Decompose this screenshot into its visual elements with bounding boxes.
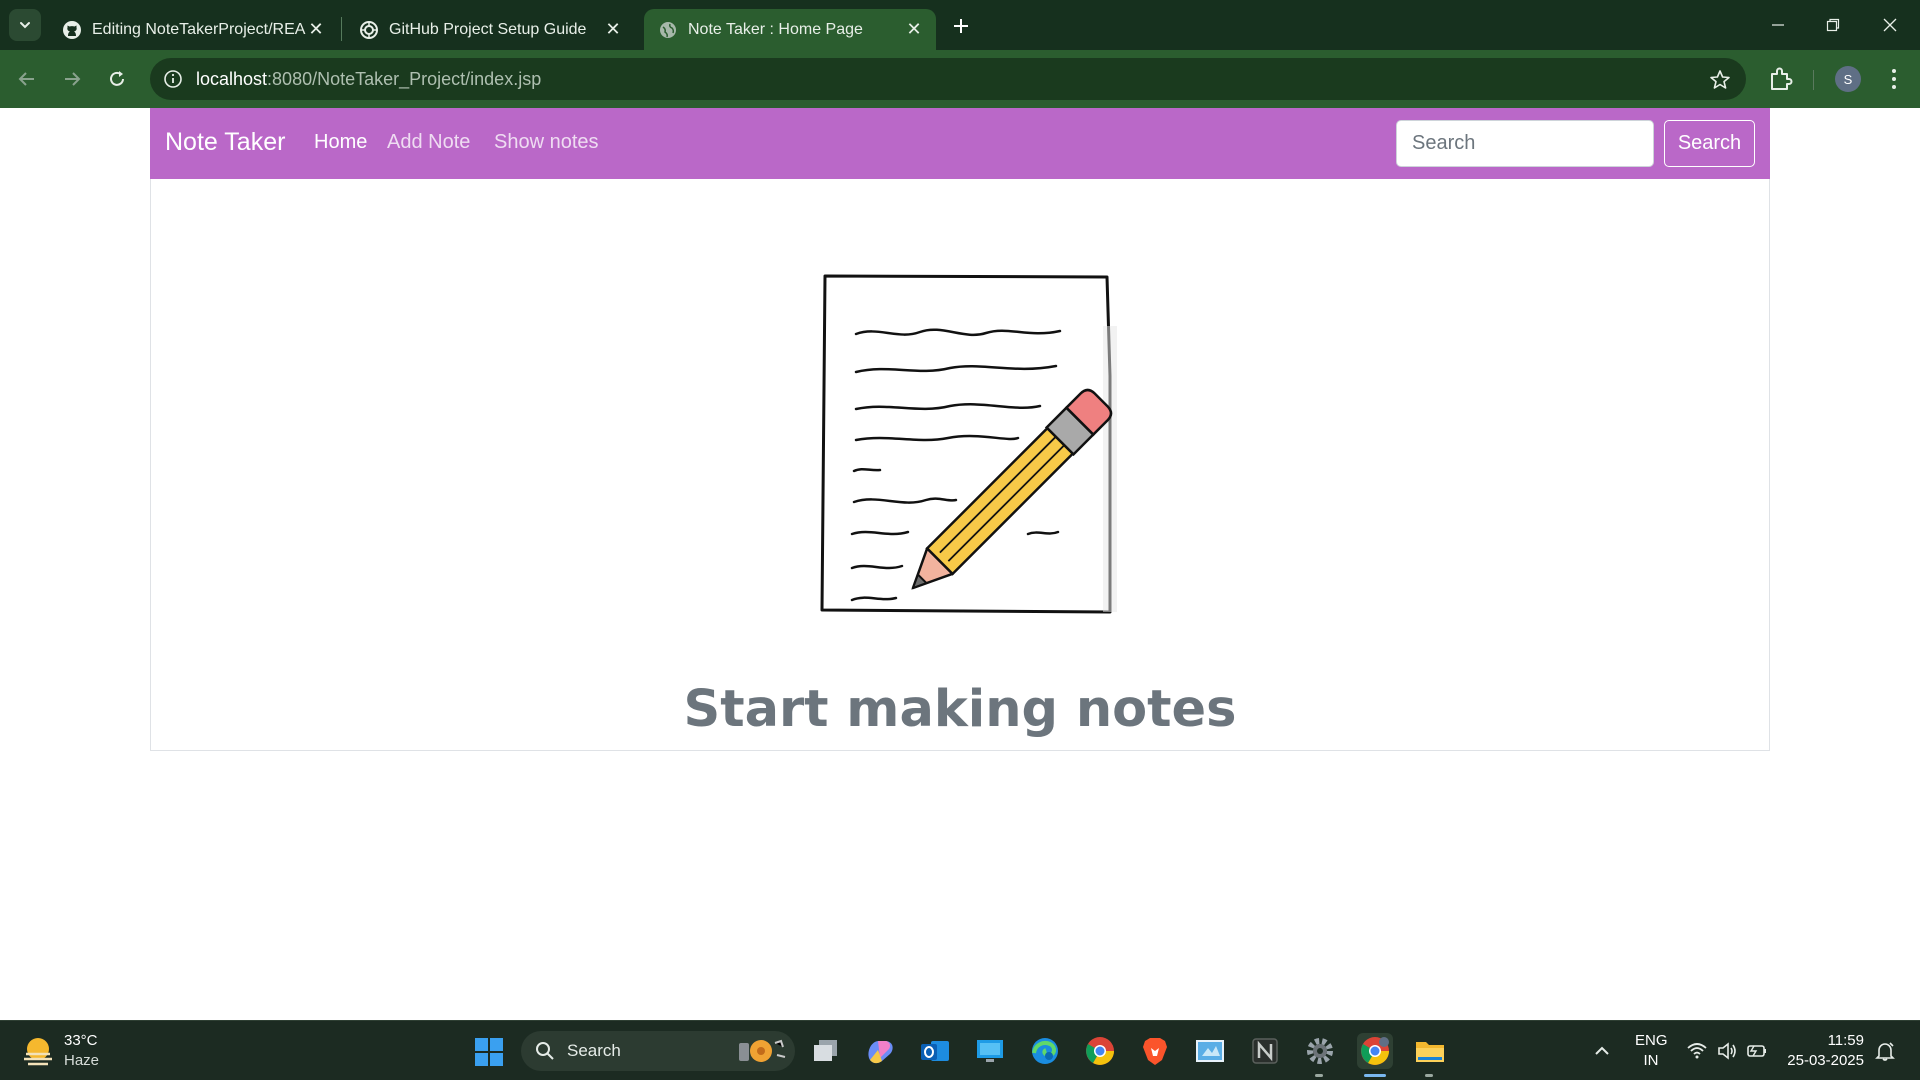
- nav-home-link[interactable]: Home: [314, 131, 367, 154]
- search-highlight-icon: [739, 1039, 786, 1062]
- brave-icon: [1143, 1038, 1167, 1065]
- close-tab-icon[interactable]: ✕: [306, 19, 326, 40]
- edge-app[interactable]: [1027, 1033, 1063, 1069]
- profile-avatar[interactable]: S: [1835, 66, 1861, 92]
- tab-title: Note Taker : Home Page: [688, 20, 863, 38]
- url-host: localhost: [196, 69, 268, 89]
- running-indicator: [1315, 1074, 1323, 1077]
- copilot-app[interactable]: [862, 1033, 898, 1069]
- web-page: Note Taker Home Add Note Show notes Sear…: [0, 108, 1920, 1020]
- back-button[interactable]: [9, 61, 45, 97]
- settings-app[interactable]: [1302, 1033, 1338, 1069]
- brave-app[interactable]: [1137, 1033, 1173, 1069]
- chrome-app[interactable]: [1082, 1033, 1118, 1069]
- close-icon: [1883, 18, 1897, 32]
- taskbar-search-label: Search: [567, 1041, 621, 1060]
- copilot-icon: [868, 1041, 893, 1064]
- input-language[interactable]: ENG: [1635, 1032, 1668, 1049]
- task-view-app[interactable]: [808, 1033, 844, 1069]
- control-panel-icon: [1196, 1040, 1224, 1062]
- reload-icon: [110, 71, 124, 86]
- reload-button[interactable]: [99, 61, 135, 97]
- chevron-up-icon[interactable]: [1592, 1041, 1612, 1061]
- edge-icon: [1032, 1038, 1058, 1064]
- site-info-icon[interactable]: [162, 68, 184, 90]
- search-input[interactable]: [1396, 120, 1654, 167]
- notion-icon: [1252, 1038, 1278, 1064]
- extensions-puzzle-icon[interactable]: [1766, 64, 1796, 94]
- arrow-right-icon: [65, 72, 81, 86]
- weather-temperature[interactable]: 33°C: [64, 1032, 98, 1049]
- remote-desktop-app[interactable]: [972, 1033, 1008, 1069]
- minimize-icon: [1772, 24, 1784, 26]
- taskbar-search-box[interactable]: Search: [521, 1031, 795, 1071]
- close-tab-icon[interactable]: ✕: [904, 19, 924, 40]
- outlook-icon: [921, 1041, 949, 1061]
- settings-gear-icon: [1307, 1038, 1333, 1064]
- clock-time[interactable]: 11:59: [1780, 1032, 1864, 1049]
- close-tab-icon[interactable]: ✕: [603, 19, 623, 40]
- clock-date[interactable]: 25-03-2025: [1780, 1052, 1864, 1069]
- weather-description[interactable]: Haze: [64, 1052, 99, 1069]
- sun-haze-icon[interactable]: [20, 1034, 56, 1068]
- chrome-icon: [1086, 1037, 1114, 1065]
- browser-tab-chatgpt[interactable]: GitHub Project Setup Guide ✕: [345, 9, 635, 50]
- search-icon: [536, 1042, 554, 1060]
- new-tab-button[interactable]: [945, 12, 977, 40]
- address-bar[interactable]: localhost:8080/NoteTaker_Project/index.j…: [150, 58, 1746, 100]
- bookmark-star-icon[interactable]: [1708, 68, 1732, 92]
- running-indicator: [1425, 1074, 1433, 1077]
- tab-title: Editing NoteTakerProject/READ: [92, 20, 306, 38]
- tab-title: GitHub Project Setup Guide: [389, 20, 587, 38]
- chrome-profile-app[interactable]: [1357, 1033, 1393, 1069]
- chrome-profile-icon: [1361, 1037, 1389, 1065]
- task-view-icon: [814, 1040, 837, 1061]
- forward-button[interactable]: [54, 61, 90, 97]
- restore-button[interactable]: [1811, 8, 1855, 42]
- control-panel-app[interactable]: [1192, 1033, 1228, 1069]
- plus-icon: [954, 19, 968, 33]
- file-explorer-app[interactable]: [1412, 1033, 1448, 1069]
- arrow-left-icon: [18, 72, 34, 86]
- url-path: :8080/NoteTaker_Project/index.jsp: [267, 69, 542, 89]
- tab-search-button[interactable]: [9, 9, 41, 41]
- brand-link[interactable]: Note Taker: [165, 128, 285, 157]
- active-app-indicator: [1364, 1074, 1386, 1077]
- globe-icon: [658, 20, 678, 40]
- app-navbar: Note Taker Home Add Note Show notes Sear…: [150, 108, 1770, 179]
- page-heading: Start making notes: [683, 680, 1237, 739]
- notion-app[interactable]: [1247, 1033, 1283, 1069]
- nav-show-notes-link[interactable]: Show notes: [494, 131, 599, 154]
- windows-start-icon[interactable]: [474, 1037, 504, 1067]
- browser-tab-strip: Editing NoteTakerProject/READ ✕ GitHub P…: [0, 0, 1920, 50]
- search-button[interactable]: Search: [1664, 120, 1755, 167]
- toolbar-divider: [1813, 70, 1814, 90]
- chevron-down-icon: [20, 22, 30, 29]
- outlook-app[interactable]: [917, 1033, 953, 1069]
- openai-icon: [359, 20, 379, 40]
- browser-toolbar: localhost:8080/NoteTaker_Project/index.j…: [0, 50, 1920, 108]
- volume-icon[interactable]: [1716, 1040, 1738, 1062]
- browser-tab-note-taker[interactable]: Note Taker : Home Page ✕: [644, 9, 936, 50]
- restore-icon: [1826, 18, 1840, 32]
- more-menu-icon[interactable]: [1880, 64, 1908, 94]
- input-region[interactable]: IN: [1635, 1052, 1667, 1069]
- github-icon: [62, 20, 82, 40]
- close-window-button[interactable]: [1868, 8, 1912, 42]
- remote-desktop-icon: [977, 1040, 1003, 1062]
- notification-bell-icon[interactable]: [1874, 1040, 1896, 1062]
- minimize-button[interactable]: [1756, 8, 1800, 42]
- wifi-icon[interactable]: [1686, 1040, 1708, 1062]
- windows-taskbar: 33°C Haze Search ENG IN 11:59 25-03-2025: [0, 1020, 1920, 1080]
- note-pencil-illustration: [820, 274, 1117, 614]
- battery-icon[interactable]: [1746, 1040, 1768, 1062]
- nav-add-note-link[interactable]: Add Note: [387, 131, 470, 154]
- folder-icon: [1416, 1042, 1444, 1062]
- browser-tab-github[interactable]: Editing NoteTakerProject/READ ✕: [48, 9, 338, 50]
- tab-separator: [341, 17, 342, 41]
- url-text[interactable]: localhost:8080/NoteTaker_Project/index.j…: [196, 69, 541, 90]
